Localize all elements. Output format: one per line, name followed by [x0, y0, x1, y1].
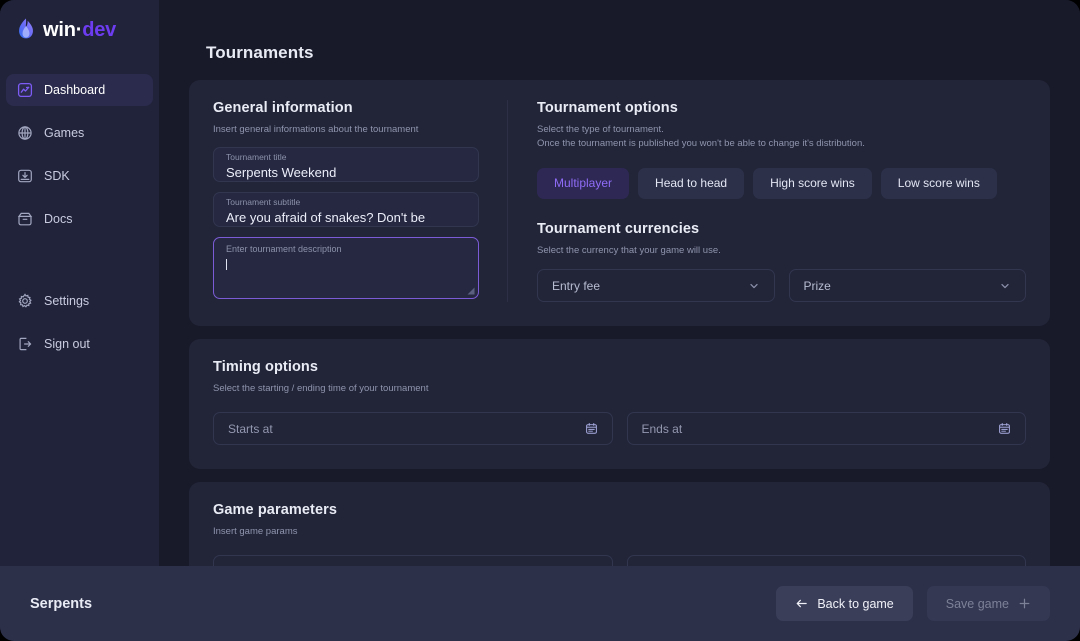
sidebar-item-sdk[interactable]: SDK [6, 160, 153, 192]
entry-fee-select[interactable]: Entry fee [537, 269, 775, 303]
sidebar-item-label: Games [44, 126, 85, 140]
sign-out-icon [19, 337, 32, 351]
brand-text-accent: dev [82, 19, 117, 41]
section-title: General information [213, 100, 353, 116]
section-subtitle: Select the starting / ending time of you… [213, 383, 429, 395]
main-content: Tournaments General information Insert g… [159, 0, 1080, 641]
brand-text-primary: win· [43, 19, 83, 41]
sidebar-item-label: Sign out [44, 337, 90, 351]
resize-handle-icon[interactable] [467, 287, 475, 295]
ends-at-field[interactable]: Ends at [626, 412, 1026, 446]
chevron-down-icon [1001, 283, 1009, 289]
section-subtitle: Select the currency that your game will … [537, 244, 721, 256]
textarea-placeholder: Enter tournament description [226, 243, 342, 254]
sidebar-item-label: Settings [44, 294, 90, 308]
sidebar-nav-secondary: Settings Sign out [0, 285, 159, 360]
sidebar-item-games[interactable]: Games [6, 117, 153, 149]
gear-icon [18, 293, 32, 308]
field-placeholder: Ends at [641, 421, 683, 436]
sidebar-item-docs[interactable]: Docs [6, 203, 153, 235]
starts-at-field[interactable]: Starts at [213, 412, 613, 446]
tournament-description-textarea[interactable]: Enter tournament description [213, 236, 479, 299]
calendar-icon[interactable] [998, 422, 1011, 435]
section-subtitle: Select the type of tournament. Once the t… [537, 123, 1026, 151]
field-label: Tournament title [226, 151, 287, 162]
button-label: Back to game [817, 596, 894, 611]
dashboard-chart-icon [17, 82, 33, 98]
brand-logo[interactable]: win·dev [0, 0, 159, 46]
subtitle-line-2: Once the tournament is published you won… [537, 137, 865, 149]
sidebar: win·dev Dashboard Games SDK Docs Setting… [0, 0, 159, 641]
button-label: Save game [945, 596, 1009, 611]
prize-select[interactable]: Prize [788, 269, 1026, 303]
save-game-button[interactable]: Save game [926, 586, 1050, 621]
sidebar-item-label: Docs [44, 212, 73, 226]
sidebar-item-settings[interactable]: Settings [6, 285, 153, 317]
field-placeholder: Starts at [228, 421, 273, 436]
chip-head-to-head[interactable]: Head to head [638, 167, 745, 199]
chip-multiplayer[interactable]: Multiplayer [537, 167, 630, 199]
select-value: Prize [803, 278, 831, 293]
chip-high-score-wins[interactable]: High score wins [753, 167, 872, 199]
chip-low-score-wins[interactable]: Low score wins [880, 167, 997, 199]
section-subtitle: Insert game params [213, 526, 298, 538]
footer-game-name: Serpents [30, 595, 93, 612]
globe-icon [18, 126, 32, 140]
section-title: Tournament currencies [537, 220, 700, 237]
field-label: Tournament subtitle [226, 196, 301, 207]
back-to-game-button[interactable]: Back to game [776, 586, 913, 621]
page-title: Tournaments [206, 43, 314, 62]
download-box-icon [18, 169, 32, 183]
sidebar-nav-primary: Dashboard Games SDK Docs [0, 74, 159, 235]
archive-icon [17, 212, 33, 226]
flame-icon [19, 18, 33, 39]
card-timing-options: Timing options Select the starting / end… [189, 339, 1050, 470]
subtitle-line-1: Select the type of tournament. [537, 124, 664, 135]
section-subtitle: Insert general informations about the to… [213, 124, 419, 135]
tournament-subtitle-field[interactable]: Tournament subtitle Are you afraid of sn… [213, 191, 479, 227]
sidebar-item-label: SDK [44, 169, 70, 183]
sidebar-item-label: Dashboard [44, 83, 106, 97]
field-value: Serpents Weekend [226, 165, 337, 181]
brand-text: win·dev [43, 20, 116, 40]
sidebar-item-dashboard[interactable]: Dashboard [6, 74, 153, 106]
footer-bar: Serpents Back to game Save game [0, 566, 1080, 641]
tournament-title-field[interactable]: Tournament title Serpents Weekend [213, 146, 479, 182]
tournament-options-section: Tournament options Select the type of to… [508, 100, 1026, 303]
calendar-icon[interactable] [585, 422, 598, 435]
tournament-type-chip-group: Multiplayer Head to head High score wins… [537, 167, 1026, 199]
general-information-section: General information Insert general infor… [213, 100, 508, 303]
footer-actions: Back to game Save game [776, 586, 1050, 621]
section-title: Tournament options [537, 100, 678, 116]
app-window: win·dev Dashboard Games SDK Docs Setting… [0, 0, 1080, 641]
sidebar-item-sign-out[interactable]: Sign out [6, 328, 153, 360]
plus-icon [1019, 598, 1030, 609]
select-value: Entry fee [552, 278, 601, 293]
tournament-currencies-section: Tournament currencies Select the currenc… [537, 221, 1026, 303]
chevron-down-icon [749, 283, 758, 289]
field-value: Are you afraid of snakes? Don't be [226, 210, 426, 226]
section-title: Game parameters [213, 502, 338, 519]
text-caret [226, 258, 227, 270]
card-general-and-options: General information Insert general infor… [189, 80, 1050, 327]
section-title: Timing options [213, 359, 319, 376]
arrow-left-icon [796, 599, 808, 608]
